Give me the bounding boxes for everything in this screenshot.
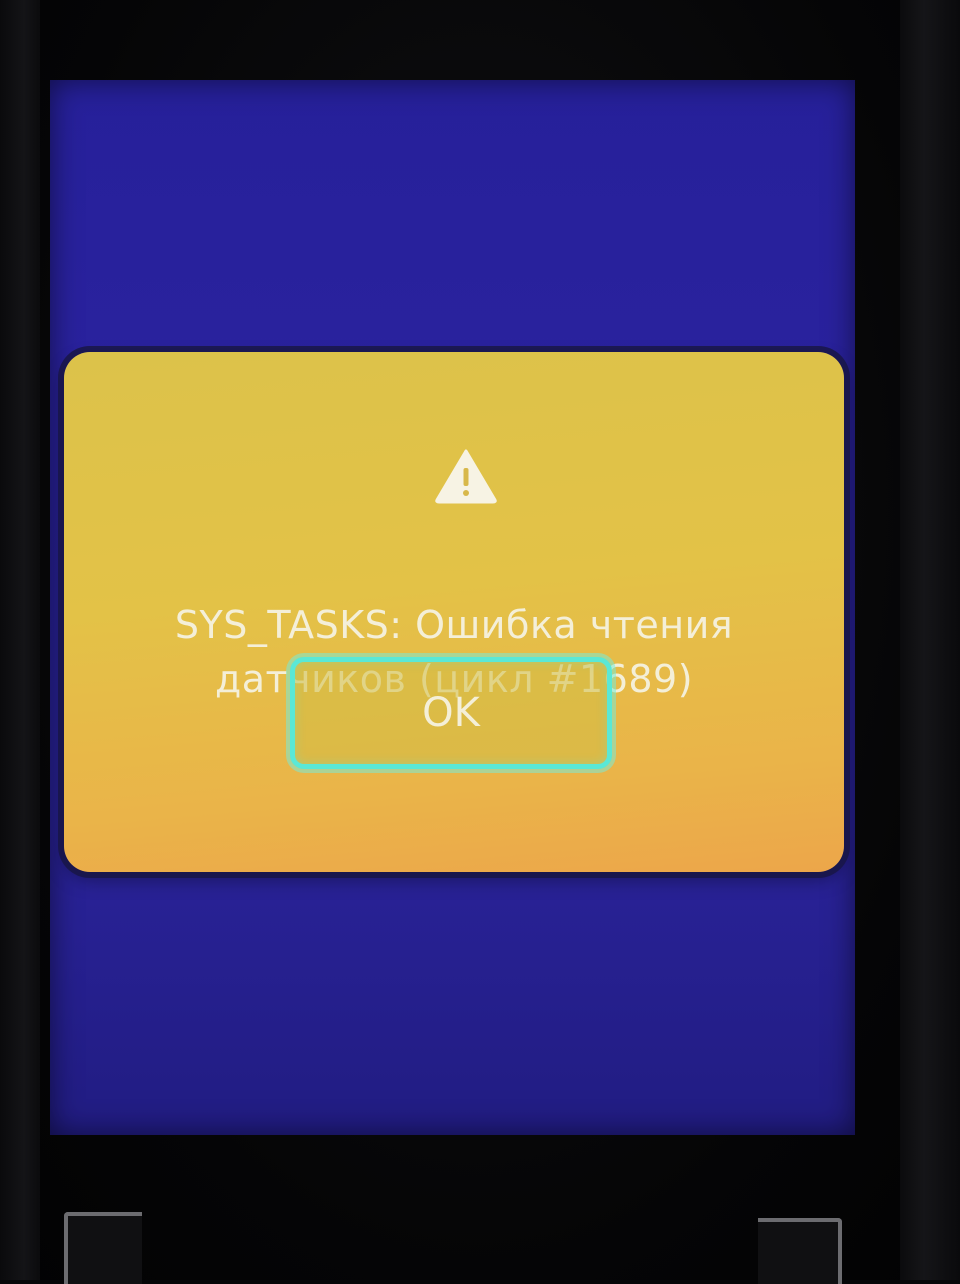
- device-clip-right: [758, 1218, 842, 1284]
- device-bezel-left: [0, 0, 40, 1280]
- display-screen: SYS_TASKS: Ошибка чтения датчиков (цикл …: [50, 80, 855, 1135]
- ok-button[interactable]: OK: [290, 657, 612, 769]
- device: SYS_TASKS: Ошибка чтения датчиков (цикл …: [0, 0, 960, 1284]
- error-dialog: SYS_TASKS: Ошибка чтения датчиков (цикл …: [64, 352, 844, 872]
- device-clip-left: [64, 1212, 142, 1284]
- warning-triangle-icon: [435, 449, 497, 504]
- device-bezel-right: [900, 0, 960, 1280]
